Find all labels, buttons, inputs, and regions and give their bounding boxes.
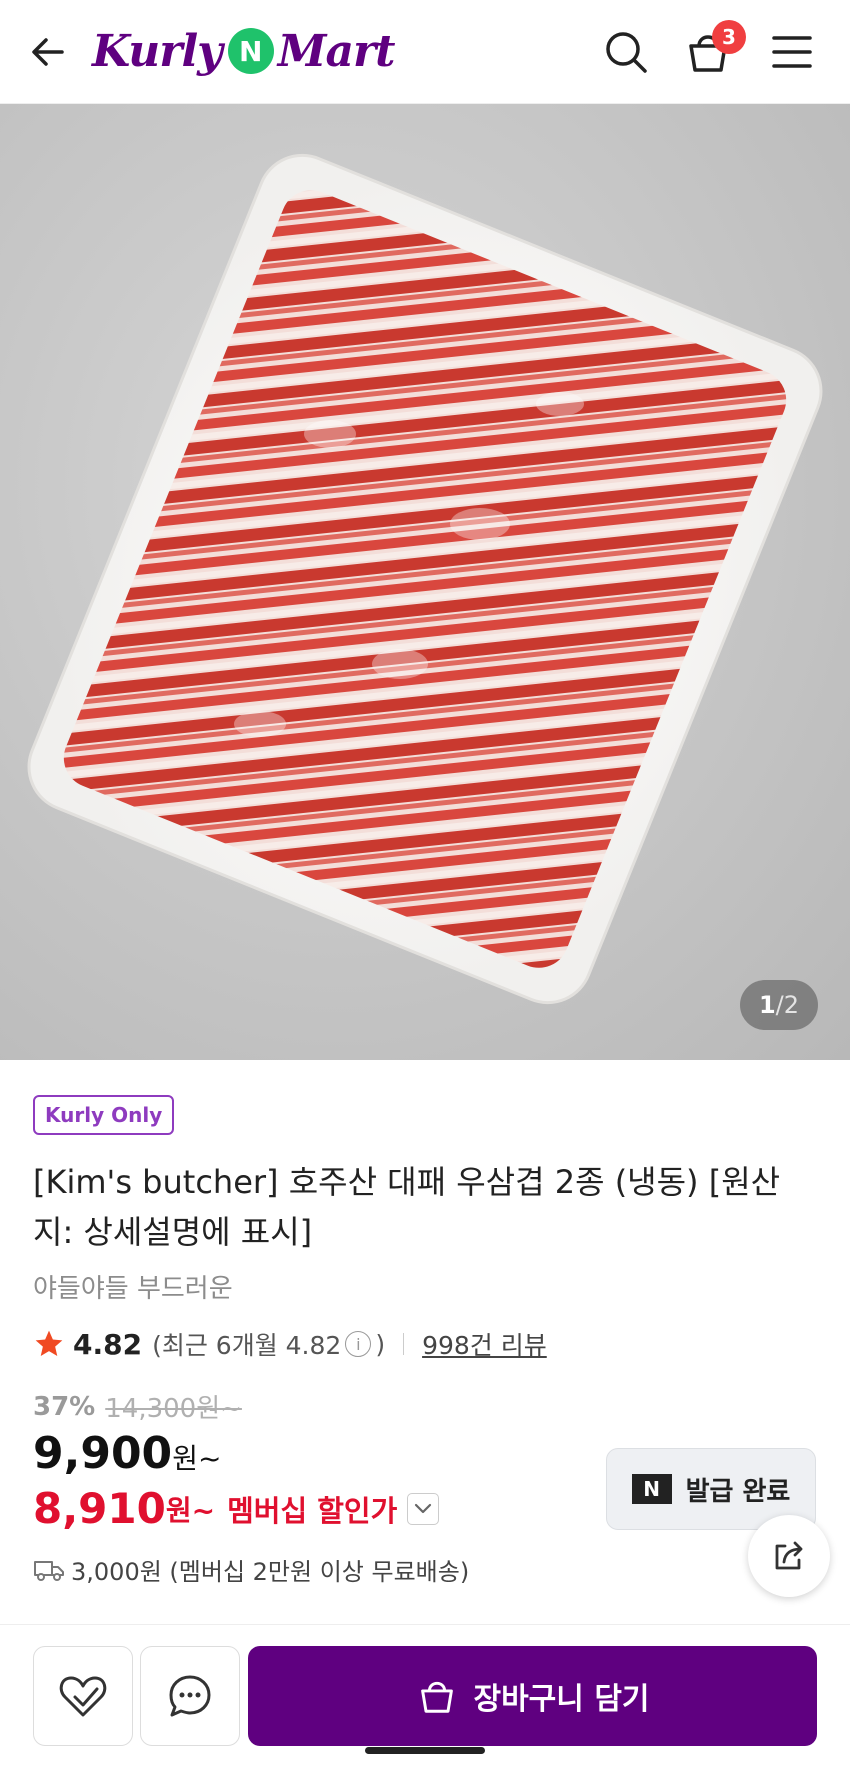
rating-score: 4.82 xyxy=(73,1327,143,1361)
discount-rate: 37% xyxy=(33,1391,96,1422)
rating-row: 4.82 (최근 6개월 4.82 i ) 998건 리뷰 xyxy=(33,1322,547,1366)
current-image-index: 1 xyxy=(758,991,776,1019)
recent-rating-text: (최근 6개월 4.82 xyxy=(152,1331,342,1360)
member-price-expand-button[interactable] xyxy=(407,1492,440,1525)
shipping-info: 3,000원 (멤버십 2만원 이상 무료배송) xyxy=(33,1552,469,1587)
recent-rating-close: ) xyxy=(375,1329,386,1359)
star-icon xyxy=(35,1330,63,1356)
heart-icon xyxy=(59,1676,107,1717)
kurly-only-tag: Kurly Only xyxy=(33,1095,175,1135)
member-price-number: 8,910 xyxy=(33,1484,166,1533)
sale-price-number: 9,900 xyxy=(33,1428,173,1479)
share-button[interactable] xyxy=(748,1515,830,1597)
image-index-separator: / xyxy=(775,991,784,1019)
chevron-down-icon xyxy=(415,1503,432,1513)
product-title: [Kim's butcher] 호주산 대패 우삼겹 2종 (냉동) [원산지:… xyxy=(33,1163,781,1251)
original-price: 14,300원~ xyxy=(105,1394,242,1424)
inquiry-button[interactable] xyxy=(140,1646,240,1746)
product-subtitle: 야들야들 부드러운 xyxy=(33,1274,233,1304)
total-image-count: 2 xyxy=(783,991,800,1019)
add-to-cart-label: 장바구니 담기 xyxy=(473,1682,650,1717)
sale-price-unit: 원~ xyxy=(172,1442,222,1475)
bottom-action-bar: 장바구니 담기 xyxy=(0,1624,850,1766)
info-icon[interactable]: i xyxy=(345,1331,372,1357)
member-price-row: 8,910 원~ 멤버십 할인가 xyxy=(33,1484,440,1533)
app-header: Kurly N Mart 3 xyxy=(0,0,850,104)
home-indicator xyxy=(365,1747,485,1754)
member-price-unit: 원~ xyxy=(165,1493,216,1527)
recent-rating: (최근 6개월 4.82 i ) xyxy=(152,1326,385,1362)
logo-n-badge: N xyxy=(227,28,274,74)
sale-price: 9,900 원~ xyxy=(33,1428,221,1479)
search-icon[interactable] xyxy=(600,26,652,78)
menu-icon[interactable] xyxy=(766,26,818,78)
coupon-label: 발급 완료 xyxy=(685,1476,791,1507)
cart-bag-icon xyxy=(421,1681,454,1713)
chat-bubble-icon xyxy=(169,1675,211,1717)
back-arrow-icon[interactable] xyxy=(26,30,70,74)
truck-icon xyxy=(34,1560,64,1581)
logo-word-kurly: Kurly xyxy=(92,25,223,77)
naver-n-icon: N xyxy=(631,1474,672,1504)
share-icon xyxy=(775,1541,803,1570)
product-image-gallery[interactable]: 1 / 2 xyxy=(0,104,850,1060)
image-page-counter: 1 / 2 xyxy=(740,980,818,1030)
discount-row: 37% 14,300원~ xyxy=(33,1388,242,1425)
add-to-cart-button[interactable]: 장바구니 담기 xyxy=(248,1646,817,1746)
product-photo xyxy=(27,153,823,1005)
shipping-text: 3,000원 (멤버십 2만원 이상 무료배송) xyxy=(71,1558,470,1586)
wishlist-button[interactable] xyxy=(33,1646,133,1746)
reviews-link[interactable]: 998건 리뷰 xyxy=(422,1326,547,1362)
member-price-label: 멤버십 할인가 xyxy=(227,1493,398,1528)
logo-word-mart: Mart xyxy=(277,25,396,77)
cart-count-badge: 3 xyxy=(712,20,746,54)
kurly-n-mart-logo[interactable]: Kurly N Mart xyxy=(92,18,396,84)
rating-divider xyxy=(403,1333,405,1355)
